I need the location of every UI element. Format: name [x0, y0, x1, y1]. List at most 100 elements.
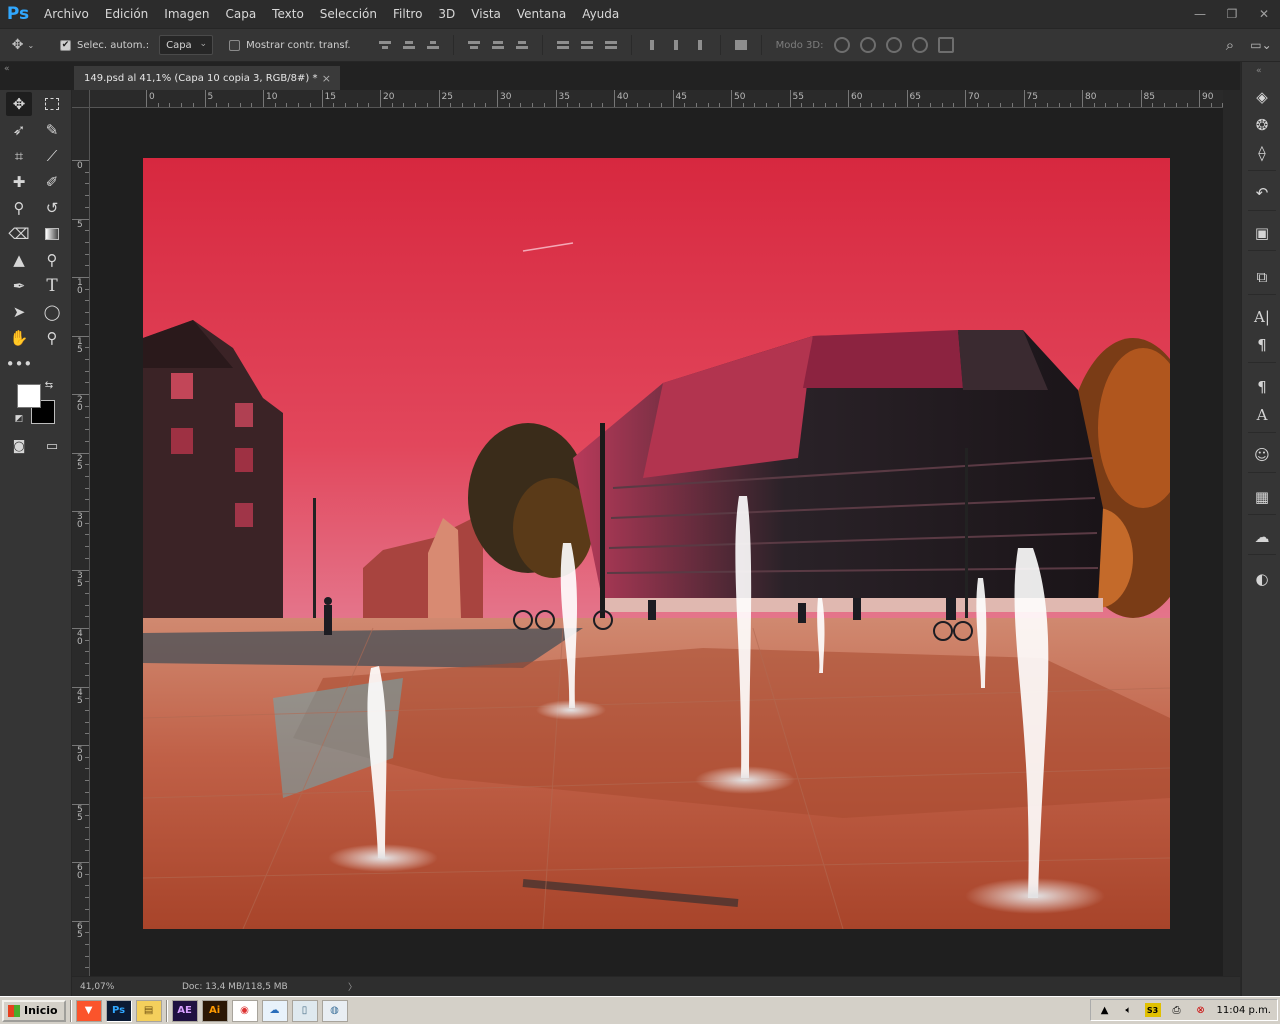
- menu-capa[interactable]: Capa: [217, 0, 264, 28]
- move-tool-icon[interactable]: ✥: [6, 92, 32, 116]
- start-button[interactable]: Inicio: [2, 999, 66, 1022]
- auto-align-layers-icon[interactable]: [733, 37, 749, 53]
- auto-select-checkbox[interactable]: ✔: [60, 39, 71, 51]
- paths-panel-icon[interactable]: ⟠: [1250, 142, 1274, 164]
- ellipse-tool-icon[interactable]: ◯: [39, 300, 65, 324]
- menu-3d[interactable]: 3D: [430, 0, 463, 28]
- distribute-right-icon[interactable]: [692, 37, 708, 53]
- brave-icon[interactable]: ▼: [75, 999, 102, 1022]
- menu-archivo[interactable]: Archivo: [36, 0, 97, 28]
- layers-panel-icon[interactable]: ◈: [1250, 86, 1274, 108]
- swap-colors-icon[interactable]: ⇆: [42, 378, 56, 392]
- more-tools-icon[interactable]: •••: [6, 352, 33, 376]
- dodge-tool-icon[interactable]: ⚲: [39, 248, 65, 272]
- paint-icon[interactable]: ◍: [321, 999, 348, 1022]
- align-horizontal-center-icon[interactable]: [490, 37, 506, 53]
- show-transform-checkbox[interactable]: [229, 39, 241, 51]
- zoom-tool-icon[interactable]: ⚲: [39, 326, 65, 350]
- healing-brush-tool-icon[interactable]: ✚: [6, 170, 32, 194]
- clone-stamp-tool-icon[interactable]: ⚲: [6, 196, 32, 220]
- ruler-origin[interactable]: [72, 90, 90, 108]
- distribute-bottom-icon[interactable]: [603, 37, 619, 53]
- orbit-3d-icon[interactable]: [834, 37, 851, 53]
- distribute-vertical-center-icon[interactable]: [579, 37, 595, 53]
- volume-icon[interactable]: 🔈︎: [1121, 1003, 1137, 1017]
- paragraph-panel-icon[interactable]: ¶: [1250, 334, 1274, 356]
- document-tab[interactable]: 149.psd al 41,1% (Capa 10 copia 3, RGB/8…: [74, 66, 340, 90]
- move-tool-preset-icon[interactable]: ✥ ⌄: [6, 37, 40, 53]
- adjustments-panel-icon[interactable]: ⧉: [1250, 266, 1274, 288]
- character-styles-icon[interactable]: A: [1250, 404, 1274, 426]
- brush-tool-icon[interactable]: ✐: [39, 170, 65, 194]
- photoshop-icon[interactable]: Ps: [105, 999, 132, 1022]
- roll-3d-icon[interactable]: [860, 37, 877, 53]
- menu-imagen[interactable]: Imagen: [156, 0, 217, 28]
- after-effects-icon[interactable]: AE: [171, 999, 198, 1022]
- horizontal-ruler[interactable]: 0 5 10 15 20 25 30 35 40 45 50 55 60 65 70 75 80 85 90: [90, 90, 1223, 108]
- align-vertical-center-icon[interactable]: [401, 37, 417, 53]
- menu-edicion[interactable]: Edición: [97, 0, 156, 28]
- auto-select-target-dropdown[interactable]: Capa ⌄: [159, 35, 214, 55]
- cloud-icon[interactable]: ☁: [261, 999, 288, 1022]
- distribute-horizontal-center-icon[interactable]: [668, 37, 684, 53]
- history-brush-tool-icon[interactable]: ↺: [39, 196, 65, 220]
- blur-tool-icon[interactable]: ▲: [6, 248, 32, 272]
- menu-texto[interactable]: Texto: [264, 0, 312, 28]
- align-left-icon[interactable]: [466, 37, 482, 53]
- explorer-icon[interactable]: ▤: [135, 999, 162, 1022]
- history-panel-icon[interactable]: ↶: [1250, 182, 1274, 204]
- default-colors-icon[interactable]: ◩: [12, 412, 26, 426]
- grid-panel-icon[interactable]: ▦: [1250, 486, 1274, 508]
- workspace-switcher-icon[interactable]: ▭⌄: [1242, 38, 1280, 52]
- color-panel-icon[interactable]: ◐: [1250, 568, 1274, 590]
- security-icon[interactable]: ⊗: [1193, 1003, 1209, 1017]
- network-icon[interactable]: ⎙: [1169, 1003, 1185, 1017]
- photoshop-logo[interactable]: Ps: [0, 0, 36, 28]
- type-tool-icon[interactable]: T: [39, 274, 65, 298]
- paragraph-styles-icon[interactable]: ¶: [1250, 376, 1274, 398]
- canvas-pasteboard[interactable]: [90, 108, 1223, 976]
- lasso-tool-icon[interactable]: ➶: [6, 118, 32, 142]
- close-button[interactable]: ✕: [1248, 0, 1280, 28]
- clock[interactable]: 11:04 p.m.: [1217, 1005, 1271, 1016]
- menu-seleccion[interactable]: Selección: [312, 0, 385, 28]
- pan-3d-icon[interactable]: [886, 37, 903, 53]
- menu-ayuda[interactable]: Ayuda: [574, 0, 627, 28]
- foreground-color-swatch[interactable]: [17, 384, 41, 408]
- screen-mode-icon[interactable]: ▭: [39, 434, 65, 458]
- notepad-icon[interactable]: ▯: [291, 999, 318, 1022]
- eraser-tool-icon[interactable]: ⌫: [6, 222, 32, 246]
- zoom-level[interactable]: 41,07%: [72, 982, 138, 992]
- hand-tool-icon[interactable]: ✋: [6, 326, 32, 350]
- crop-tool-icon[interactable]: ⌗: [6, 144, 32, 168]
- document-image[interactable]: [143, 158, 1170, 929]
- expand-panels-icon[interactable]: «: [1256, 66, 1262, 76]
- status-menu-arrow[interactable]: 〉: [348, 980, 357, 993]
- character-panel-icon[interactable]: A|: [1250, 306, 1274, 328]
- chrome-icon[interactable]: ◉: [231, 999, 258, 1022]
- libraries-panel-icon[interactable]: ☁: [1250, 526, 1274, 548]
- distribute-left-icon[interactable]: [644, 37, 660, 53]
- swatches-panel-icon[interactable]: ☺: [1250, 444, 1274, 466]
- gradient-tool-icon[interactable]: [39, 222, 65, 246]
- pen-tool-icon[interactable]: ✒: [6, 274, 32, 298]
- align-top-icon[interactable]: [377, 37, 393, 53]
- menu-vista[interactable]: Vista: [463, 0, 509, 28]
- vertical-ruler[interactable]: 0 5 10 15 20 25 30 35 40 45 50 55 60 65: [72, 108, 90, 976]
- search-icon[interactable]: ⌕: [1218, 36, 1242, 54]
- quick-mask-icon[interactable]: ◙: [6, 434, 32, 458]
- menu-filtro[interactable]: Filtro: [385, 0, 430, 28]
- quick-selection-tool-icon[interactable]: ✎: [39, 118, 65, 142]
- collapse-left-icon[interactable]: «: [4, 64, 10, 74]
- distribute-top-icon[interactable]: [555, 37, 571, 53]
- close-icon[interactable]: ×: [322, 72, 331, 85]
- channels-panel-icon[interactable]: ❂: [1250, 114, 1274, 136]
- restore-button[interactable]: ❐: [1216, 0, 1248, 28]
- scale-3d-icon[interactable]: [938, 37, 955, 53]
- path-selection-tool-icon[interactable]: ➤: [6, 300, 32, 324]
- tray-expand-icon[interactable]: ▲: [1097, 1003, 1113, 1017]
- menu-ventana[interactable]: Ventana: [509, 0, 574, 28]
- align-right-icon[interactable]: [514, 37, 530, 53]
- eyedropper-tool-icon[interactable]: ⟋: [39, 144, 65, 168]
- slide-3d-icon[interactable]: [912, 37, 929, 53]
